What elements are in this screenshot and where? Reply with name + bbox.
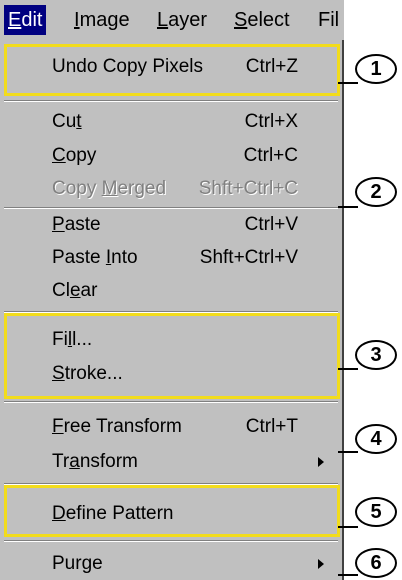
callout-number-3: 3 — [355, 340, 397, 370]
callout-leader-line — [338, 574, 358, 576]
menu-item-purge[interactable]: Purge — [0, 549, 340, 579]
menu-item-copy[interactable]: Copy Ctrl+C — [0, 141, 340, 171]
callout-number-2: 2 — [355, 177, 397, 207]
shortcut-label: Ctrl+V — [244, 214, 298, 235]
highlight-box-1 — [4, 44, 340, 96]
menu-layer[interactable]: Layer — [153, 5, 211, 35]
menu-item-label: Free Transform — [52, 416, 182, 437]
shortcut-label: Ctrl+T — [245, 416, 298, 437]
highlight-box-3 — [4, 313, 340, 399]
menu-filter[interactable]: Fil — [314, 5, 343, 35]
callout-leader-line — [338, 206, 358, 208]
callout-leader-line — [338, 451, 358, 453]
menu-item-free-transform[interactable]: Free Transform Ctrl+T — [0, 412, 340, 442]
menu-item-label: Copy Merged — [52, 178, 167, 199]
shortcut-label: Ctrl+X — [244, 111, 298, 132]
submenu-arrow-icon — [318, 457, 324, 467]
submenu-arrow-icon — [318, 559, 324, 569]
callout-number-4: 4 — [355, 424, 397, 454]
menu-item-paste-into[interactable]: Paste Into Shft+Ctrl+V — [0, 243, 340, 273]
menu-item-paste[interactable]: Paste Ctrl+V — [0, 210, 340, 240]
menu-item-label: Paste Into — [52, 247, 138, 268]
menu-item-transform[interactable]: Transform — [0, 447, 340, 477]
menu-item-label: Paste — [52, 214, 101, 235]
menu-separator — [4, 540, 338, 542]
menu-image[interactable]: Image — [70, 5, 134, 35]
menu-item-label: Clear — [52, 280, 98, 301]
highlight-box-5 — [4, 485, 340, 537]
menu-item-copy-merged: Copy Merged Shft+Ctrl+C — [0, 174, 340, 204]
callout-leader-line — [338, 82, 358, 84]
menu-edit[interactable]: Edit — [4, 5, 47, 35]
menu-item-clear[interactable]: Clear — [0, 276, 340, 306]
callout-leader-line — [338, 368, 358, 370]
callout-leader-line — [338, 526, 358, 528]
callout-number-1: 1 — [355, 54, 397, 84]
menu-item-label: Cut — [52, 111, 82, 132]
menu-separator — [4, 401, 338, 403]
menu-select[interactable]: Select — [230, 5, 294, 35]
menu-item-label: Purge — [52, 553, 103, 574]
menu-separator — [4, 100, 338, 102]
menu-bar: Edit Image Layer Select Fil — [0, 0, 344, 40]
menu-item-label: Transform — [52, 451, 138, 472]
callout-number-5: 5 — [355, 497, 397, 527]
menu-item-cut[interactable]: Cut Ctrl+X — [0, 107, 340, 137]
shortcut-label: Ctrl+C — [243, 145, 298, 166]
shortcut-label: Shft+Ctrl+V — [199, 247, 298, 268]
shortcut-label: Shft+Ctrl+C — [198, 178, 298, 199]
menu-separator — [4, 207, 338, 209]
menu-item-label: Copy — [52, 145, 97, 166]
callout-number-6: 6 — [355, 548, 397, 578]
